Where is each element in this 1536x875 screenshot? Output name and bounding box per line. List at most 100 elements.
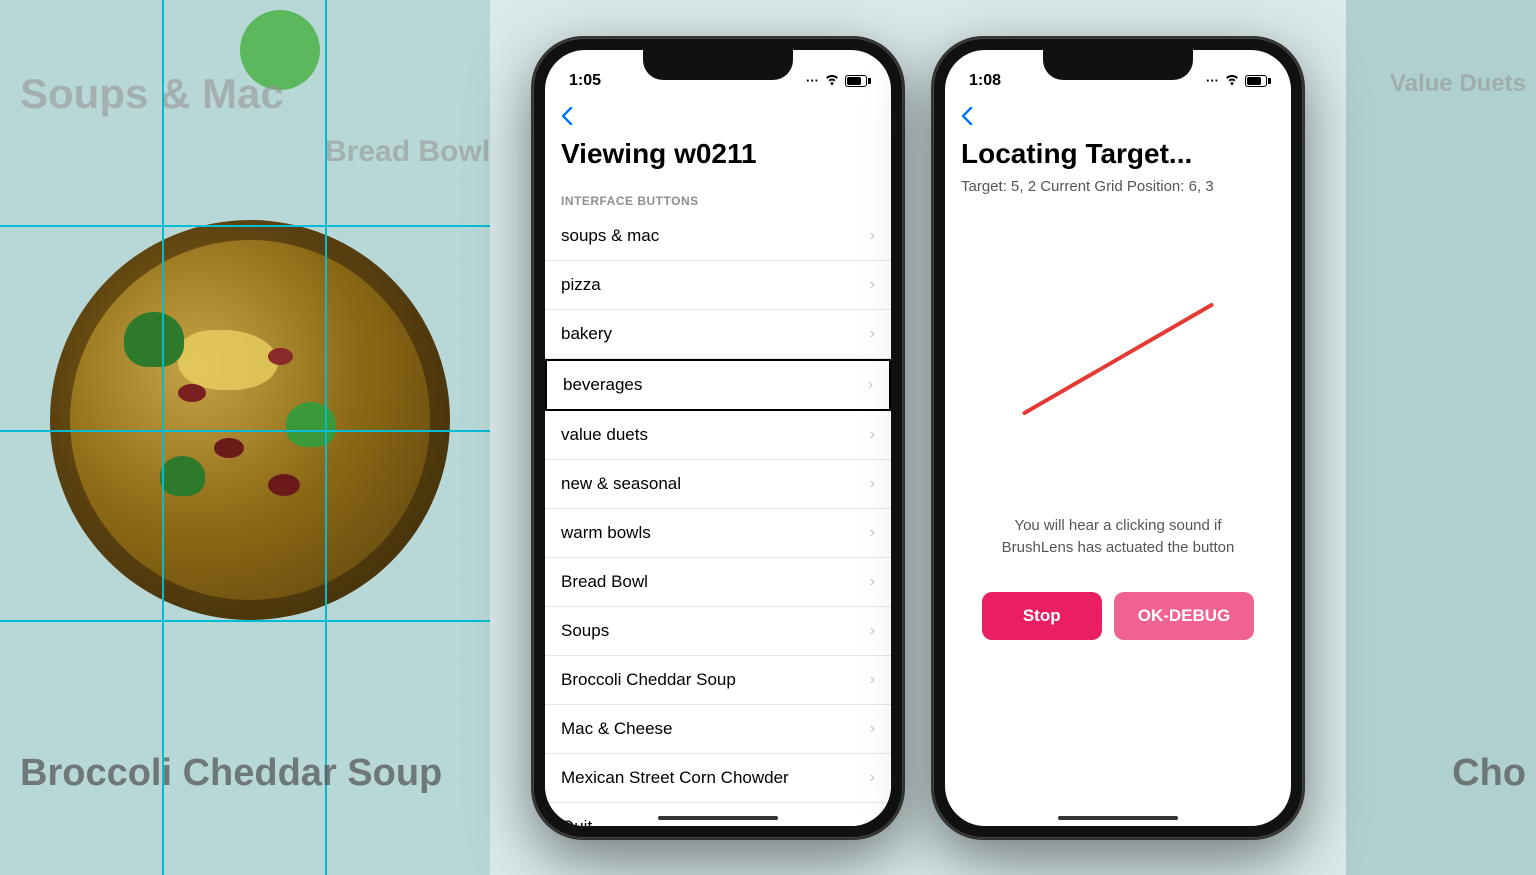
menu-item-text: bakery (561, 324, 612, 344)
phone1-menu-list: soups & mac › pizza › bakery › beverages… (545, 212, 891, 826)
cheese-blob (178, 330, 278, 390)
menu-item-text: warm bowls (561, 523, 651, 543)
bowl-inner (70, 240, 430, 600)
menu-item-text: Broccoli Cheddar Soup (561, 670, 736, 690)
menu-item[interactable]: Quit › (545, 803, 891, 826)
menu-item-chevron: › (870, 671, 875, 689)
menu-item-chevron: › (870, 720, 875, 738)
phone2-message-line1: You will hear a clicking sound if (1014, 517, 1221, 534)
menu-item-text: Soups (561, 621, 609, 641)
phone2-message-line2: BrushLens has actuated the button (1002, 539, 1235, 556)
phone1-signal-dots: ··· (806, 73, 819, 88)
background-left: Soups & Mac Bread Bowl Broccoli Cheddar … (0, 0, 490, 875)
menu-item[interactable]: new & seasonal › (545, 460, 891, 509)
menu-item-text: value duets (561, 425, 648, 445)
menu-item-text: Quit (561, 817, 592, 826)
phone2-wifi-icon (1224, 73, 1240, 88)
bean-1 (214, 438, 244, 458)
phone1-nav-bar (545, 98, 891, 138)
phone2-battery-icon (1245, 75, 1267, 87)
menu-item-text: Mexican Street Corn Chowder (561, 768, 789, 788)
background-right: Value Duets Cho (1336, 0, 1536, 875)
bg-soups-mac-label: Soups & Mac (20, 70, 284, 118)
phone2-signal-dots: ··· (1206, 73, 1219, 88)
phone1-battery-icon (845, 75, 867, 87)
phone1-home-indicator (658, 816, 778, 820)
menu-item[interactable]: bakery › (545, 310, 891, 359)
phone2-back-button[interactable] (961, 106, 973, 126)
menu-item[interactable]: warm bowls › (545, 509, 891, 558)
crosshair-h3 (0, 620, 490, 622)
menu-item-chevron: › (870, 276, 875, 294)
phone1-content: Viewing w0211 INTERFACE BUTTONS soups & … (545, 138, 891, 826)
diagonal-line (1022, 302, 1215, 415)
menu-item-text: Mac & Cheese (561, 719, 673, 739)
phone1-section-header: INTERFACE BUTTONS (545, 186, 891, 212)
crosshair-v2 (325, 0, 327, 875)
phone2-subtitle: Target: 5, 2 Current Grid Position: 6, 3 (945, 178, 1291, 219)
menu-item-chevron: › (870, 769, 875, 787)
phone2-time: 1:08 (969, 72, 1001, 90)
menu-item-text: soups & mac (561, 226, 659, 246)
phone1-frame: 1:05 ··· (533, 38, 903, 838)
bean-2 (178, 384, 206, 402)
phone1-status-icons: ··· (806, 73, 867, 88)
phone1-back-button[interactable] (561, 106, 573, 126)
menu-item-chevron: › (870, 475, 875, 493)
bean-4 (268, 348, 293, 365)
phone2-notch (1043, 50, 1193, 80)
menu-item-chevron: › (870, 622, 875, 640)
button-row: Stop OK-DEBUG (945, 576, 1291, 656)
menu-item-chevron: › (870, 426, 875, 444)
diagonal-indicator (975, 259, 1261, 459)
menu-item-text: beverages (563, 375, 642, 395)
menu-item[interactable]: Broccoli Cheddar Soup › (545, 656, 891, 705)
phone2-frame: 1:08 ··· (933, 38, 1303, 838)
phone2-status-icons: ··· (1206, 73, 1267, 88)
menu-item[interactable]: Mexican Street Corn Chowder › (545, 754, 891, 803)
menu-item-text: new & seasonal (561, 474, 681, 494)
menu-item[interactable]: soups & mac › (545, 212, 891, 261)
phone1-page-title: Viewing w0211 (545, 138, 891, 186)
menu-item[interactable]: pizza › (545, 261, 891, 310)
menu-item[interactable]: Soups › (545, 607, 891, 656)
menu-item[interactable]: value duets › (545, 411, 891, 460)
phone1-wrapper: 1:05 ··· (533, 38, 903, 838)
menu-item[interactable]: Bread Bowl › (545, 558, 891, 607)
bg-bread-bowl-label: Bread Bowl (325, 135, 490, 169)
broccoli-1 (124, 312, 184, 367)
phone1-notch (643, 50, 793, 80)
phone2-nav-bar (945, 98, 1291, 138)
phones-container: 1:05 ··· (490, 0, 1346, 875)
phone1-screen: 1:05 ··· (545, 50, 891, 826)
broccoli-3 (160, 456, 205, 496)
bg-bowl (50, 220, 450, 620)
bg-cho-label: Cho (1452, 752, 1526, 795)
bg-broccoli-label: Broccoli Cheddar Soup (20, 752, 442, 795)
phone2-screen: 1:08 ··· (945, 50, 1291, 826)
crosshair-h1 (0, 225, 490, 227)
menu-item-chevron: › (870, 524, 875, 542)
menu-item[interactable]: beverages › (545, 359, 891, 411)
bg-value-duets-label: Value Duets (1390, 70, 1526, 98)
stop-button[interactable]: Stop (982, 592, 1102, 640)
menu-item-chevron: › (870, 325, 875, 343)
phone2-title: Locating Target... (945, 138, 1291, 178)
bean-3 (268, 474, 300, 496)
phone2-home-indicator (1058, 816, 1178, 820)
phone1-time: 1:05 (569, 72, 601, 90)
phone2-message: You will hear a clicking sound if BrushL… (945, 499, 1291, 576)
menu-item-text: Bread Bowl (561, 572, 648, 592)
broccoli-2 (286, 402, 336, 447)
menu-item-chevron: › (870, 573, 875, 591)
menu-item-chevron: › (868, 376, 873, 394)
crosshair-v1 (162, 0, 164, 875)
ok-debug-button[interactable]: OK-DEBUG (1114, 592, 1255, 640)
phone2-content: Locating Target... Target: 5, 2 Current … (945, 138, 1291, 826)
phone2-wrapper: 1:08 ··· (933, 38, 1303, 838)
menu-item-text: pizza (561, 275, 601, 295)
crosshair-h2 (0, 430, 490, 432)
menu-item-chevron: › (870, 818, 875, 826)
menu-item[interactable]: Mac & Cheese › (545, 705, 891, 754)
menu-item-chevron: › (870, 227, 875, 245)
